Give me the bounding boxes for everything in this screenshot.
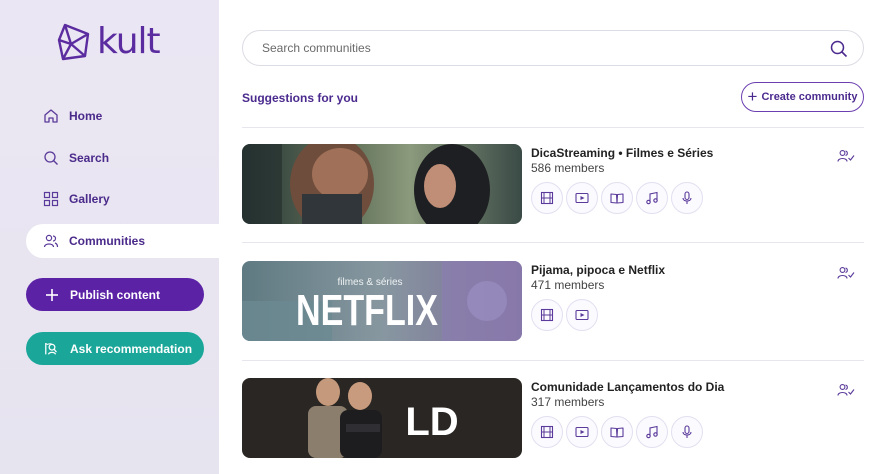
divider [242,127,864,128]
plus-icon: + [747,87,758,106]
video-icon[interactable] [566,416,598,448]
search-icon[interactable] [829,39,849,59]
podcast-icon[interactable] [671,182,703,214]
film-icon[interactable] [531,416,563,448]
book-icon[interactable] [601,182,633,214]
content-types [531,182,706,214]
ask-recommendation-label: Ask recommendation [70,341,193,356]
podcast-icon[interactable] [671,416,703,448]
community-title[interactable]: Comunidade Lançamentos do Dia [531,380,724,394]
home-icon [42,107,60,125]
community-card[interactable]: filmes & séries NETFLIX Pijama, pipoca e… [242,261,864,341]
create-community-button[interactable]: + Create community [741,82,864,112]
music-icon[interactable] [636,182,668,214]
community-title[interactable]: DicaStreaming • Filmes e Séries [531,146,713,160]
sidebar-item-search[interactable]: Search [26,141,219,175]
publish-content-label: Publish content [70,287,160,302]
ask-recommendation-button[interactable]: Ask recommendation [26,332,204,365]
music-icon[interactable] [636,416,668,448]
community-thumbnail[interactable]: filmes & séries NETFLIX [242,261,522,341]
sidebar-item-gallery[interactable]: Gallery [26,182,219,216]
community-members: 317 members [531,395,605,409]
create-community-label: Create community [761,91,858,103]
community-members: 586 members [531,161,605,175]
thumb-big-text: NETFLIX [296,286,438,335]
logo-text: kult [97,21,161,62]
book-icon[interactable] [601,416,633,448]
publish-content-button[interactable]: Publish content [26,278,204,311]
video-icon[interactable] [566,299,598,331]
sidebar-item-home[interactable]: Home [26,99,219,133]
ld-logo-text: LD [405,400,458,444]
community-card[interactable]: LD Comunidade Lançamentos do Dia 317 mem… [242,378,864,458]
search-icon [42,149,60,167]
community-thumbnail[interactable]: LD [242,378,522,458]
search-bar [242,30,864,66]
join-community-icon[interactable] [836,147,856,165]
ask-recommendation-icon [44,341,60,357]
sidebar: kult Home Search Gallery Communities Pub… [0,0,219,474]
plus-icon [44,287,60,303]
community-members: 471 members [531,278,605,292]
community-title[interactable]: Pijama, pipoca e Netflix [531,263,665,277]
sidebar-item-label: Gallery [69,192,110,206]
kult-logo-icon [57,23,90,61]
gallery-icon [42,190,60,208]
sidebar-item-label: Communities [69,234,146,248]
content-types [531,416,706,448]
film-icon[interactable] [531,299,563,331]
community-card[interactable]: DicaStreaming • Filmes e Séries 586 memb… [242,144,864,224]
video-icon[interactable] [566,182,598,214]
section-title: Suggestions for you [242,91,359,105]
sidebar-item-label: Home [69,109,103,123]
sidebar-item-label: Search [69,151,110,165]
communities-icon [42,232,60,250]
search-input[interactable] [262,41,802,55]
divider [242,242,864,243]
sidebar-item-communities[interactable]: Communities [26,224,219,258]
divider [242,360,864,361]
film-icon[interactable] [531,182,563,214]
join-community-icon[interactable] [836,381,856,399]
content-types [531,299,601,331]
community-thumbnail[interactable] [242,144,522,224]
join-community-icon[interactable] [836,264,856,282]
kult-logo[interactable]: kult [57,21,161,62]
